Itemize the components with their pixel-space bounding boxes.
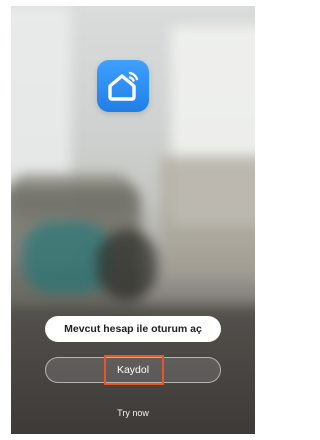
try-now-link[interactable]: Try now: [0, 408, 266, 418]
highlight-box: [104, 355, 164, 385]
login-existing-account-button[interactable]: Mevcut hesap ile oturum aç: [45, 316, 221, 342]
app-logo: [97, 60, 149, 112]
try-now-label: Try now: [117, 408, 149, 418]
login-button-label: Mevcut hesap ile oturum aç: [64, 323, 202, 335]
smart-home-wifi-icon: [108, 71, 139, 101]
